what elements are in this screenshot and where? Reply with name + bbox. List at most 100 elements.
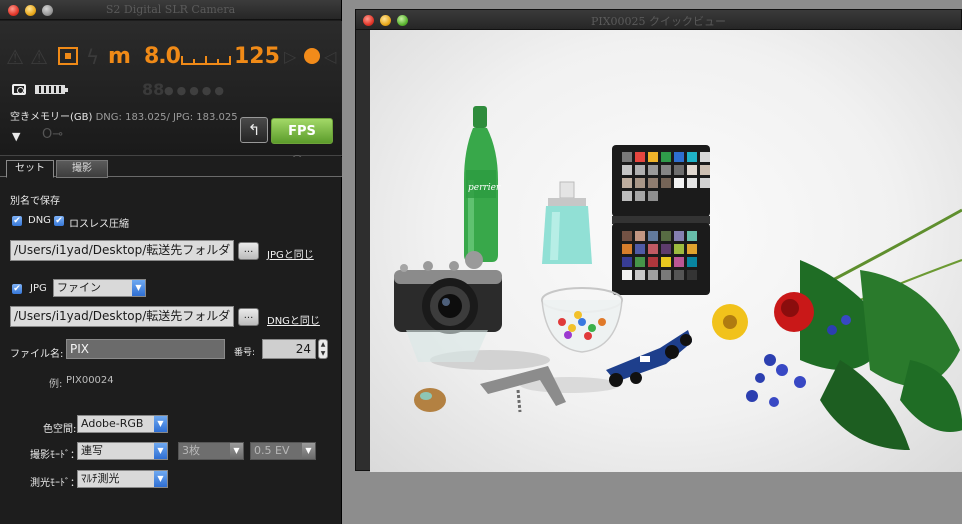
metering-mode-select[interactable]: ﾏﾙﾁ測光 ▼	[77, 470, 168, 488]
jpg-label: JPG	[30, 283, 47, 294]
checker-patch	[635, 231, 645, 241]
drive-mode-value: 連写	[81, 444, 103, 457]
save-as-heading: 別名で保存	[10, 196, 60, 207]
rotate-button[interactable]: ↰	[240, 117, 268, 143]
camera-icon	[12, 84, 26, 95]
dng-path-field[interactable]: /Users/i1yad/Desktop/転送先フォルダ	[10, 240, 234, 261]
metering-mode-label: 測光ﾓｰﾄﾞ：	[30, 478, 80, 489]
chevron-down-icon: ▼	[230, 443, 243, 459]
lcd-status-row: ⚠ ⚠ ϟ m 8.0 125 ▷ ◁	[6, 44, 342, 71]
exposure-scale	[181, 51, 231, 65]
camera-lcd-panel: ⚠ ⚠ ϟ m 8.0 125 ▷ ◁ 88 ●●●●● 空きメモリー(GB) …	[0, 21, 342, 168]
lossless-label: ロスレス圧縮	[69, 219, 129, 230]
checker-patch	[661, 270, 671, 280]
window-title: PIX00025 クイックビュー	[590, 15, 727, 28]
same-as-jpg-link[interactable]: JPGと同じ	[267, 246, 314, 261]
jpg-browse-button[interactable]: ...	[238, 308, 259, 326]
checker-patch	[674, 244, 684, 254]
checker-patch	[622, 165, 632, 175]
bracket-ev-select[interactable]: 0.5 EV ▼	[250, 442, 316, 460]
free-memory-label: 空きメモリー(GB)	[10, 112, 93, 123]
checker-patch	[661, 257, 671, 267]
checker-patch	[661, 165, 671, 175]
candy-bowl	[541, 287, 623, 353]
jpg-path-field[interactable]: /Users/i1yad/Desktop/転送先フォルダ	[10, 306, 234, 327]
acrylic-stand	[406, 330, 488, 362]
jpg-checkbox[interactable]: ✔	[12, 284, 22, 294]
checker-patch	[635, 152, 645, 162]
checker-patch	[674, 270, 684, 280]
svg-text:perrier: perrier	[468, 183, 501, 193]
checker-patch	[622, 152, 632, 162]
left-titlebar: S2 Digital SLR Camera	[0, 0, 341, 20]
checker-patch	[674, 231, 684, 241]
disclosure-triangle-icon[interactable]: ▼	[12, 130, 20, 143]
checker-patch	[687, 244, 697, 254]
drive-mode-select[interactable]: 連写 ▼	[77, 442, 168, 460]
number-stepper[interactable]: ▲ ▼	[318, 339, 328, 359]
checker-patch	[648, 191, 658, 201]
checker-patch	[622, 191, 632, 201]
drive-mode-label: 撮影ﾓｰﾄﾞ：	[30, 450, 80, 461]
arrow-left-icon: ◁	[324, 47, 337, 66]
same-as-dng-link[interactable]: DNGと同じ	[267, 312, 320, 327]
checker-patch	[674, 257, 684, 267]
checker-patch	[661, 231, 671, 241]
settings-tabs: セット 撮影	[0, 157, 342, 178]
jpg-quality-select[interactable]: ファイン ▼	[53, 279, 146, 297]
frame-counter: 88	[142, 80, 165, 99]
chevron-down-icon: ▼	[154, 471, 167, 487]
checker-patch	[661, 244, 671, 254]
buffer-dots: ●●●●●	[164, 84, 227, 97]
checker-patch	[648, 152, 658, 162]
dng-browse-button[interactable]: ...	[238, 242, 259, 260]
spot-metering-icon	[58, 47, 78, 65]
checker-patch	[687, 165, 697, 175]
chevron-down-icon: ▼	[132, 280, 145, 296]
checker-patch	[648, 178, 658, 188]
aperture-readout: 8.0	[144, 44, 181, 69]
green-bottle: perrier	[464, 106, 501, 262]
checker-patch	[648, 244, 658, 254]
flash-icon: ϟ	[86, 45, 100, 69]
checker-patch	[622, 257, 632, 267]
checker-patch	[700, 165, 710, 175]
key-icon: O⊸	[42, 127, 64, 142]
burst-count-select[interactable]: 3枚 ▼	[178, 442, 244, 460]
desktop: S2 Digital SLR Camera ⚠ ⚠ ϟ m 8.0 125 ▷ …	[0, 0, 962, 524]
right-titlebar: PIX00025 クイックビュー	[356, 10, 961, 30]
number-input[interactable]: 24	[262, 339, 316, 359]
checker-patch	[687, 152, 697, 162]
tab-set[interactable]: セット	[6, 160, 54, 178]
colorspace-select[interactable]: Adobe-RGB ▼	[77, 415, 168, 433]
free-memory: 空きメモリー(GB) DNG: 183.025/ JPG: 183.025	[10, 108, 238, 123]
still-life-photo: perrier	[394, 106, 962, 450]
burst-count-value: 3枚	[182, 444, 200, 457]
checker-patch	[648, 270, 658, 280]
free-memory-values: DNG: 183.025/ JPG: 183.025	[95, 112, 238, 123]
chevron-down-icon: ▼	[302, 443, 315, 459]
window-title: S2 Digital SLR Camera	[105, 3, 236, 16]
checker-patch	[687, 231, 697, 241]
colorspace-value: Adobe-RGB	[81, 417, 144, 430]
checker-patch	[622, 231, 632, 241]
number-label: 番号:	[234, 348, 256, 358]
checker-patch	[674, 165, 684, 175]
tab-shooting[interactable]: 撮影	[56, 160, 108, 178]
checker-patch	[635, 165, 645, 175]
checker-patch	[687, 178, 697, 188]
chevron-down-icon: ▼	[154, 416, 167, 432]
checker-patch	[687, 257, 697, 267]
jpg-quality-value: ファイン	[57, 281, 101, 294]
checker-patch	[661, 152, 671, 162]
filename-input[interactable]: PIX	[66, 339, 225, 359]
metering-mode-value: ﾏﾙﾁ測光	[81, 472, 120, 485]
checker-patch	[622, 244, 632, 254]
ceramic-whistle	[414, 388, 446, 412]
colorspace-label: 色空間:	[43, 424, 77, 435]
fps-button[interactable]: FPS	[271, 118, 333, 144]
dng-checkbox[interactable]: ✔	[12, 216, 22, 226]
perfume-bottle	[542, 181, 592, 264]
lossless-checkbox[interactable]: ✔	[54, 216, 64, 226]
bracket-ev-value: 0.5 EV	[254, 444, 290, 457]
